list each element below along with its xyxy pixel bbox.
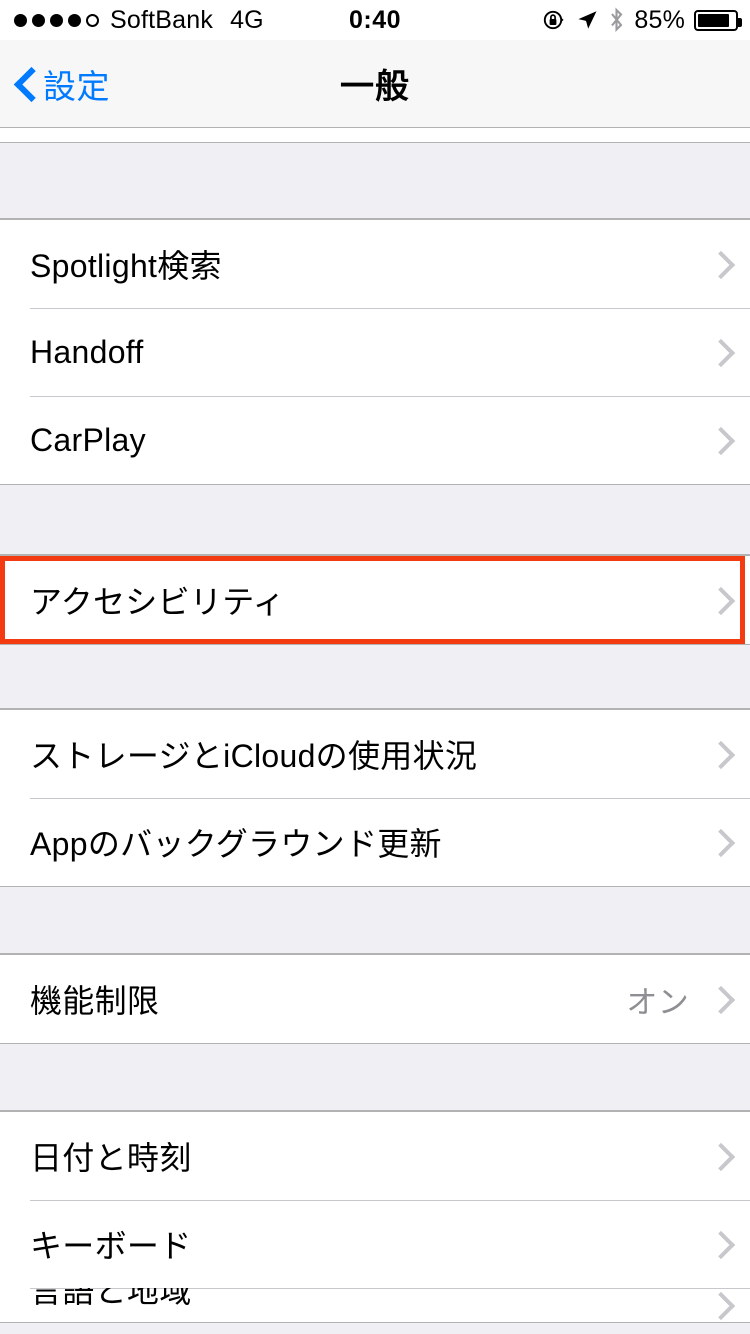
row-background-app-refresh[interactable]: Appのバックグラウンド更新	[0, 798, 750, 886]
section-gap-4	[0, 887, 750, 954]
section-storage: ストレージとiCloudの使用状況 Appのバックグラウンド更新	[0, 709, 750, 887]
row-label: 機能制限	[30, 983, 160, 1019]
chevron-right-icon	[711, 427, 726, 453]
row-language-region[interactable]: 言語と地域	[0, 1288, 750, 1322]
section-restrictions: 機能制限 オン	[0, 954, 750, 1044]
row-accessibility[interactable]: アクセシビリティ	[0, 556, 750, 644]
section-gap-1	[0, 143, 750, 219]
section-gap-5	[0, 1044, 750, 1111]
row-label: アクセシビリティ	[30, 584, 285, 620]
section-gap-2	[0, 485, 750, 555]
row-handoff[interactable]: Handoff	[0, 308, 750, 396]
section-gap-3	[0, 645, 750, 709]
section-accessibility: アクセシビリティ	[0, 555, 750, 645]
chevron-right-icon	[711, 587, 726, 613]
status-bar: SoftBank 4G 0:40 85%	[0, 0, 750, 40]
section-search: Spotlight検索 Handoff CarPlay	[0, 219, 750, 485]
row-label: 日付と時刻	[30, 1140, 192, 1176]
battery-percentage: 85%	[634, 5, 685, 34]
row-spotlight-search[interactable]: Spotlight検索	[0, 220, 750, 308]
page-title: 一般	[340, 68, 410, 106]
row-value: オン	[626, 984, 689, 1020]
iphone-settings-screen: SoftBank 4G 0:40 85% 設定 一般 Spotlight検索 H…	[0, 0, 750, 1334]
row-restrictions[interactable]: 機能制限 オン	[0, 955, 750, 1043]
chevron-right-icon	[711, 829, 726, 855]
row-label: Handoff	[30, 333, 144, 370]
settings-list[interactable]: Spotlight検索 Handoff CarPlay アクセシビリティ ストレ…	[0, 128, 750, 1323]
location-arrow-icon	[578, 11, 597, 29]
row-keyboard[interactable]: キーボード	[0, 1200, 750, 1288]
navigation-bar: 設定 一般	[0, 40, 750, 128]
row-label: キーボード	[30, 1228, 192, 1264]
chevron-right-icon	[711, 741, 726, 767]
row-label: Spotlight検索	[30, 248, 222, 284]
partial-row-top	[0, 128, 750, 143]
chevron-right-icon	[711, 1292, 726, 1318]
chevron-right-icon	[711, 1231, 726, 1257]
rotation-lock-icon	[544, 10, 564, 30]
bluetooth-icon	[611, 7, 623, 33]
status-bar-right: 85%	[542, 5, 742, 35]
chevron-right-icon	[711, 339, 726, 365]
row-label: 言語と地域	[30, 1288, 192, 1309]
chevron-right-icon	[711, 1143, 726, 1169]
section-datetime: 日付と時刻 キーボード 言語と地域	[0, 1111, 750, 1323]
chevron-right-icon	[711, 986, 726, 1012]
row-storage-icloud-usage[interactable]: ストレージとiCloudの使用状況	[0, 710, 750, 798]
row-label: Appのバックグラウンド更新	[30, 826, 442, 862]
row-label: CarPlay	[30, 421, 146, 458]
chevron-right-icon	[711, 251, 726, 277]
battery-icon	[694, 9, 742, 31]
row-label: ストレージとiCloudの使用状況	[30, 738, 478, 774]
row-date-time[interactable]: 日付と時刻	[0, 1112, 750, 1200]
row-carplay[interactable]: CarPlay	[0, 396, 750, 484]
